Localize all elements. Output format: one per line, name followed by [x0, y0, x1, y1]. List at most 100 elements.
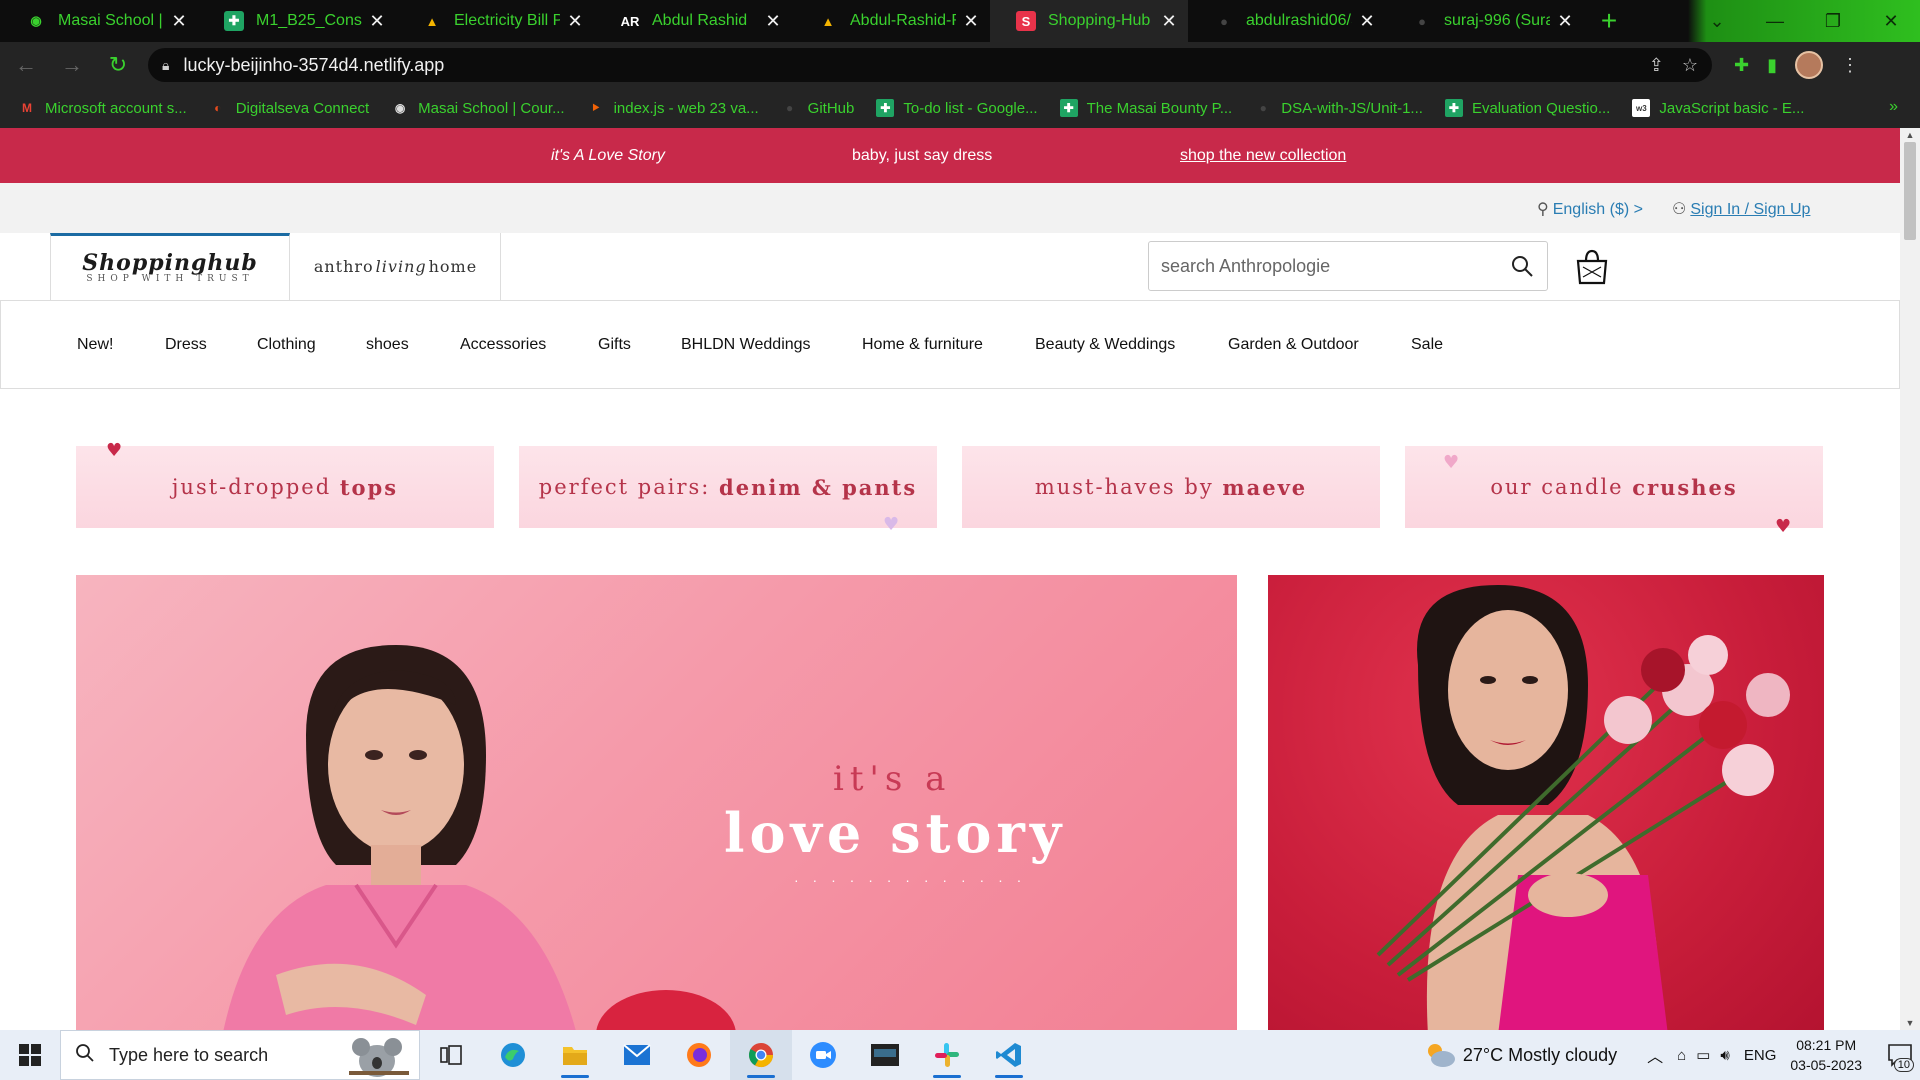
bookmark-item[interactable]: ◐ Digitalseva Connect: [209, 99, 369, 117]
profile-avatar[interactable]: [1795, 51, 1823, 79]
close-tab-icon[interactable]: ✕: [1358, 11, 1376, 32]
extensions-puzzle-icon[interactable]: ✚: [1734, 55, 1749, 76]
close-tab-icon[interactable]: ✕: [170, 11, 188, 32]
scroll-down-arrow-icon[interactable]: ▼: [1900, 1018, 1920, 1028]
clock[interactable]: 08:21 PM 03-05-2023: [1790, 1035, 1862, 1075]
volume-icon[interactable]: 🔊︎: [1720, 1047, 1729, 1064]
nav-item-garden-outdoor[interactable]: Garden & Outdoor: [1228, 336, 1359, 354]
back-arrow-icon[interactable]: ←: [6, 45, 46, 85]
close-tab-icon[interactable]: ✕: [566, 11, 584, 32]
slack-icon[interactable]: [916, 1030, 978, 1080]
tile-candle-crushes[interactable]: our candle crushes ♥ ♥: [1405, 446, 1823, 537]
nav-item-home-furniture[interactable]: Home & furniture: [862, 336, 983, 354]
shop-new-collection-link[interactable]: shop the new collection: [1180, 147, 1346, 165]
tile-perfect-pairs[interactable]: perfect pairs: denim & pants ♥: [519, 446, 937, 535]
browser-tab[interactable]: ✚ M1_B25_Construc ✕: [198, 0, 396, 42]
minimize-icon[interactable]: —: [1746, 0, 1804, 42]
browser-tab[interactable]: ▲ Electricity Bill Pay ✕: [396, 0, 594, 42]
lock-icon[interactable]: 🔒︎: [162, 57, 169, 74]
browser-tab[interactable]: AR Abdul Rashid ✕: [594, 0, 792, 42]
input-language-indicator[interactable]: ENG: [1744, 1047, 1777, 1064]
browser-tab[interactable]: ● abdulrashid06/St ✕: [1188, 0, 1386, 42]
language-selector[interactable]: ⚲ English ($) >: [1537, 199, 1643, 219]
nav-item-shoes[interactable]: shoes: [366, 336, 409, 354]
nav-item-beauty-weddings[interactable]: Beauty & Weddings: [1035, 336, 1175, 354]
nav-item-sale[interactable]: Sale: [1411, 336, 1443, 354]
vscode-icon[interactable]: [978, 1030, 1040, 1080]
side-panel-icon[interactable]: ▮: [1767, 55, 1777, 76]
close-tab-icon[interactable]: ✕: [962, 11, 980, 32]
bookmark-item[interactable]: ● GitHub: [781, 99, 854, 117]
nav-item-bhldn-weddings[interactable]: BHLDN Weddings: [681, 336, 811, 354]
bookmark-item[interactable]: ● DSA-with-JS/Unit-1...: [1254, 99, 1423, 117]
restore-icon[interactable]: ❐: [1804, 0, 1862, 42]
device-icon[interactable]: ⌂: [1677, 1047, 1686, 1064]
close-tab-icon[interactable]: ✕: [368, 11, 386, 32]
edge-icon[interactable]: [482, 1030, 544, 1080]
bookmark-item[interactable]: ✚ The Masai Bounty P...: [1059, 99, 1232, 117]
close-window-icon[interactable]: ✕: [1862, 0, 1920, 42]
close-tab-icon[interactable]: ✕: [1160, 11, 1178, 32]
shopping-bag-icon[interactable]: [1572, 247, 1612, 285]
github-favicon-icon: ●: [1418, 13, 1426, 29]
notification-center-icon[interactable]: 10: [1880, 1030, 1920, 1080]
signin-link[interactable]: ⚇ Sign In / Sign Up: [1672, 199, 1810, 219]
share-icon[interactable]: ⇪: [1649, 55, 1664, 76]
nav-item-gifts[interactable]: Gifts: [598, 336, 631, 354]
forward-arrow-icon[interactable]: →: [52, 45, 92, 85]
nav-item-new[interactable]: New!: [77, 336, 113, 354]
mysql-workbench-icon[interactable]: [854, 1030, 916, 1080]
replit-icon: ⯈: [590, 100, 601, 115]
nav-item-dress[interactable]: Dress: [165, 336, 207, 354]
page-scrollbar[interactable]: ▲ ▼: [1900, 128, 1920, 1030]
bookmark-item[interactable]: ⯈ index.js - web 23 va...: [587, 99, 759, 117]
firefox-icon[interactable]: [668, 1030, 730, 1080]
tab-search-chevron-icon[interactable]: ⌄: [1688, 0, 1746, 42]
browser-tab-active[interactable]: S Shopping-Hub - V ✕: [990, 0, 1188, 42]
anthro-living-home-logo[interactable]: anthro living home: [291, 233, 501, 300]
battery-icon[interactable]: ▭: [1696, 1046, 1710, 1064]
address-bar[interactable]: 🔒︎ lucky-beijinho-3574d4.netlify.app ⇪ ☆: [148, 48, 1712, 82]
bookmark-item[interactable]: w3 JavaScript basic - E...: [1632, 99, 1804, 117]
bookmark-star-icon[interactable]: ☆: [1682, 55, 1698, 76]
scroll-up-arrow-icon[interactable]: ▲: [1900, 130, 1920, 140]
zoom-icon[interactable]: [792, 1030, 854, 1080]
reload-icon[interactable]: ↻: [98, 45, 138, 85]
file-explorer-icon[interactable]: [544, 1030, 606, 1080]
bookmark-item[interactable]: ◉ Masai School | Cour...: [391, 99, 565, 117]
hero-banner[interactable]: it's a love story · · · · · · · · · · · …: [76, 575, 1237, 1030]
koala-search-highlight-icon: [349, 1038, 409, 1077]
github-icon: ●: [786, 101, 794, 115]
nav-item-clothing[interactable]: Clothing: [257, 336, 316, 354]
scrollbar-thumb[interactable]: [1904, 142, 1916, 240]
tile-just-dropped-tops[interactable]: just-dropped tops ♥: [76, 440, 494, 528]
new-tab-button[interactable]: +: [1584, 0, 1634, 42]
nav-item-accessories[interactable]: Accessories: [460, 336, 546, 354]
tile-must-haves-maeve[interactable]: must-haves by maeve: [962, 446, 1380, 528]
bookmark-item[interactable]: ✚ To-do list - Google...: [876, 99, 1038, 117]
mail-icon[interactable]: [606, 1030, 668, 1080]
browser-tab[interactable]: ● suraj-996 (Suraj K ✕: [1386, 0, 1584, 42]
search-input[interactable]: [1161, 255, 1509, 277]
more-bookmarks-button[interactable]: »: [1889, 98, 1898, 116]
shoppinghub-logo[interactable]: Shoppinghub SHOP WITH TRUST: [50, 233, 290, 300]
bookmark-item[interactable]: M Microsoft account s...: [18, 99, 187, 117]
url-text[interactable]: lucky-beijinho-3574d4.netlify.app: [183, 55, 1648, 76]
close-tab-icon[interactable]: ✕: [1556, 11, 1574, 32]
taskbar-search-box[interactable]: Type here to search: [60, 1030, 420, 1080]
browser-tab[interactable]: ▲ Abdul-Rashid-Re ✕: [792, 0, 990, 42]
chrome-menu-icon[interactable]: ⋮: [1841, 55, 1859, 76]
bookmark-item[interactable]: ✚ Evaluation Questio...: [1444, 99, 1610, 117]
side-promo-banner[interactable]: [1268, 575, 1824, 1030]
promo-banner: it's A Love Story baby, just say dress s…: [0, 128, 1900, 183]
windows-start-icon[interactable]: [0, 1030, 60, 1080]
task-view-icon[interactable]: [420, 1030, 482, 1080]
chrome-icon[interactable]: [730, 1030, 792, 1080]
search-icon[interactable]: [1509, 253, 1535, 279]
browser-tab[interactable]: ◉ Masai School | Co ✕: [0, 0, 198, 42]
github-icon: ●: [1259, 101, 1267, 115]
weather-widget[interactable]: 27°C Mostly cloudy: [1423, 1041, 1617, 1069]
show-hidden-icons-chevron-icon[interactable]: ︿: [1647, 1043, 1663, 1067]
window-controls: ⌄ — ❐ ✕: [1688, 0, 1920, 42]
close-tab-icon[interactable]: ✕: [764, 11, 782, 32]
